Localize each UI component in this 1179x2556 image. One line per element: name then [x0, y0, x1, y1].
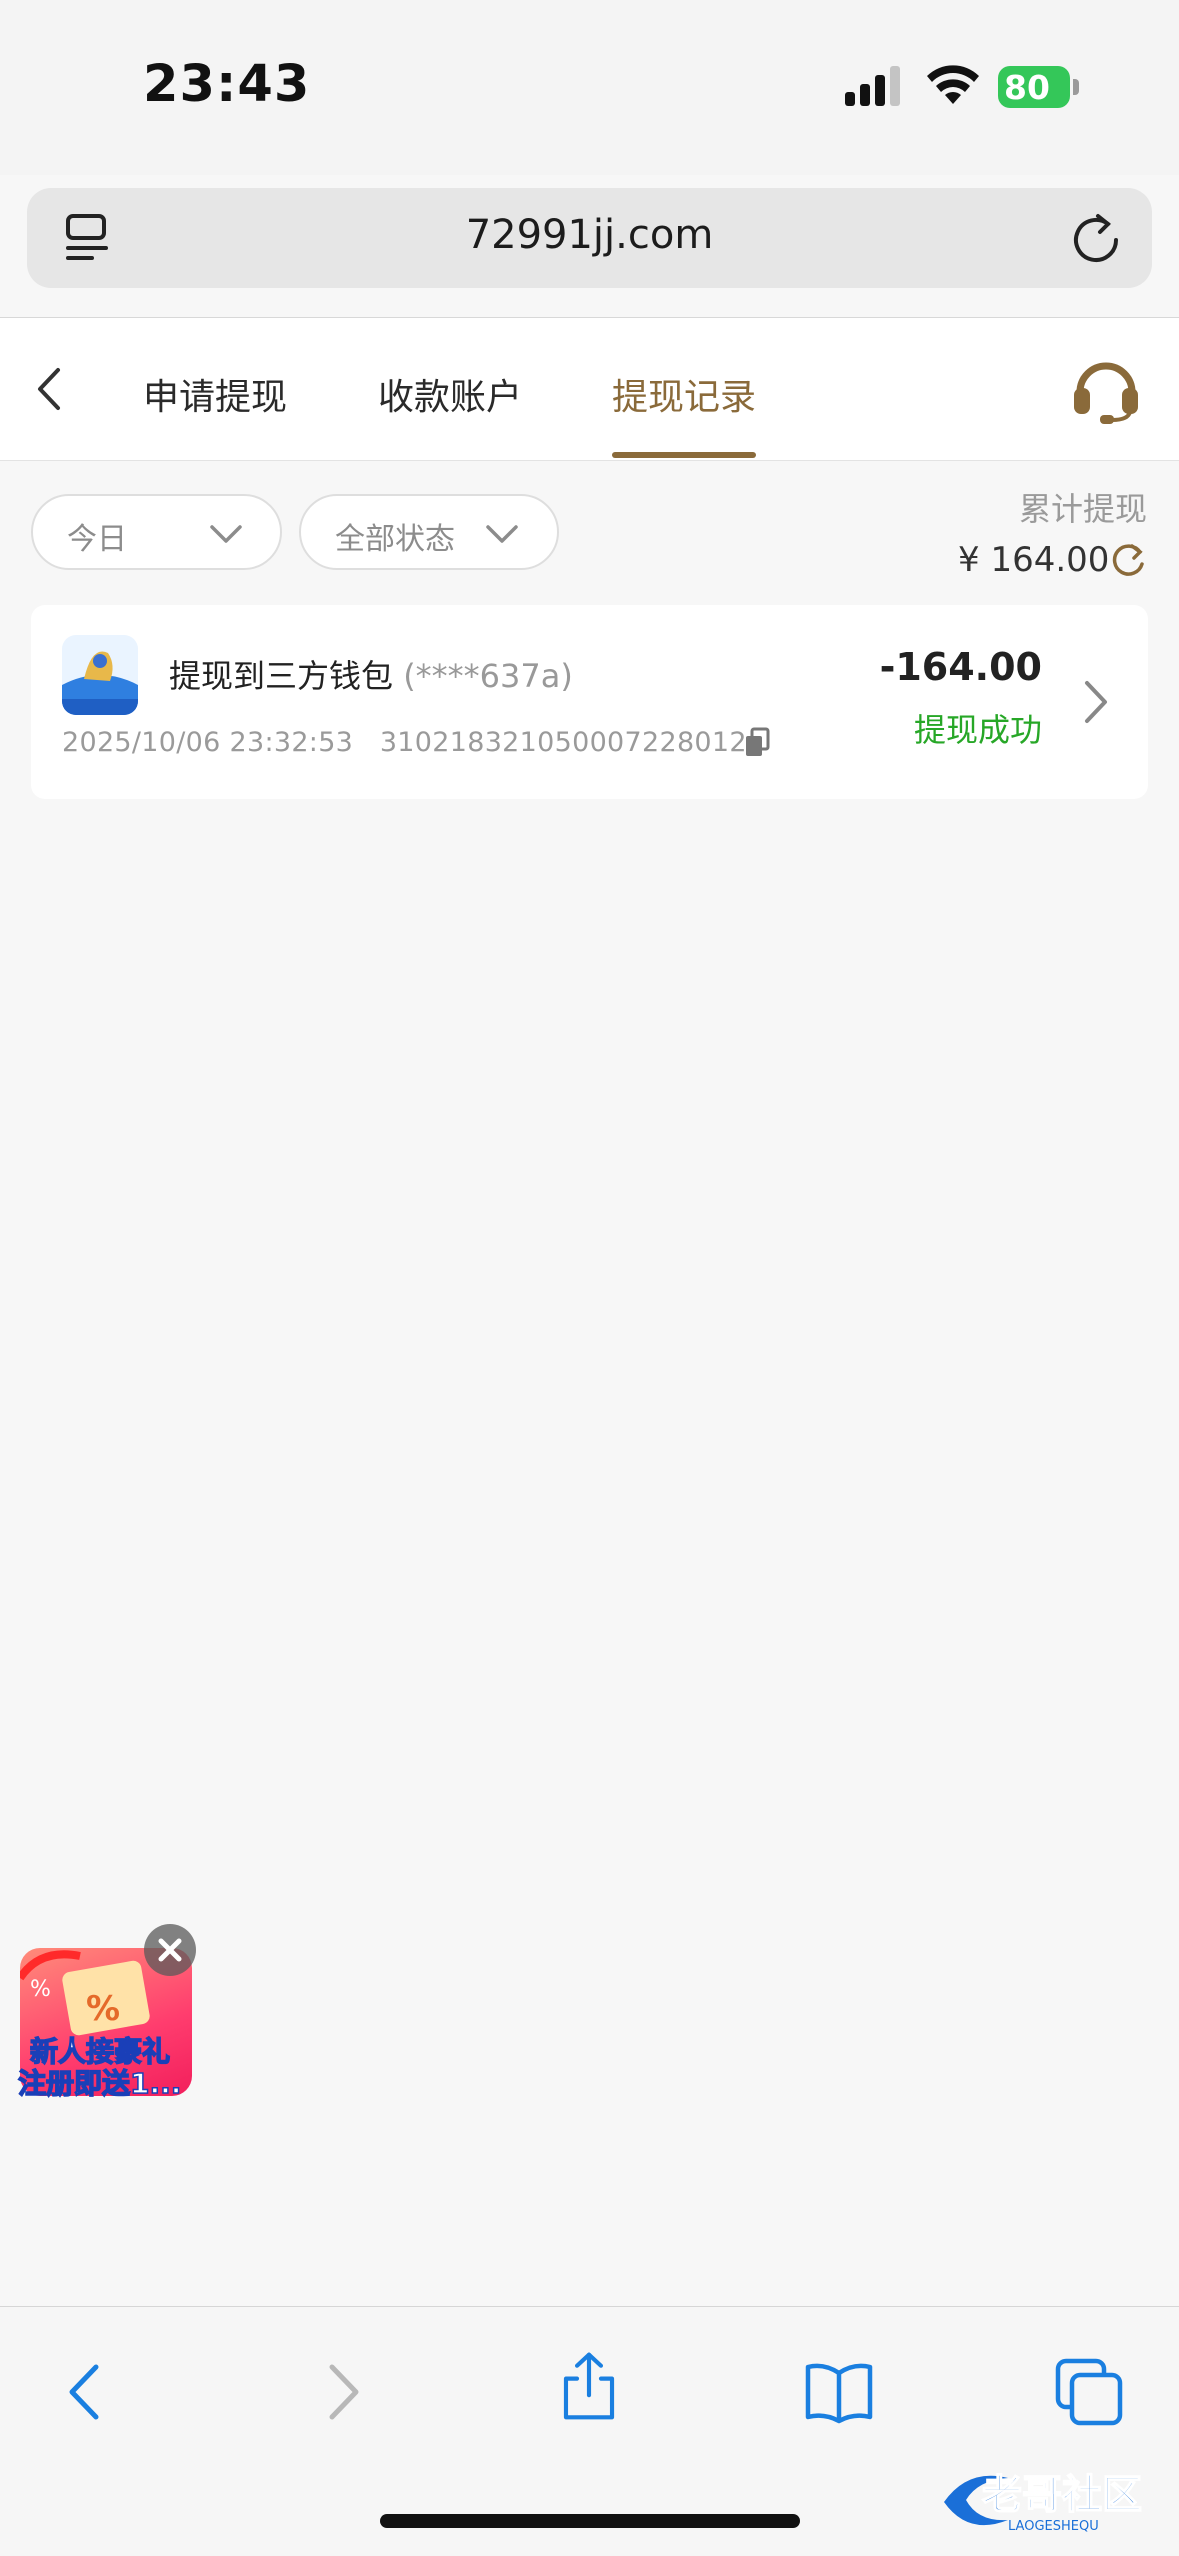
browser-forward-icon[interactable]: [306, 2357, 376, 2427]
page-header: 申请提现 收款账户 提现记录: [0, 317, 1179, 461]
record-title-text: 提现到三方钱包: [169, 657, 394, 695]
chevron-right-icon[interactable]: [1081, 677, 1111, 727]
withdraw-record-card[interactable]: 提现到三方钱包 (****637a) 2025/10/06 23:32:53 3…: [31, 605, 1148, 799]
wifi-icon: [927, 65, 979, 104]
masked-account: (****637a): [403, 657, 573, 695]
active-tab-indicator: [612, 452, 756, 458]
status-filter[interactable]: 全部状态: [299, 494, 559, 570]
record-order-id: 310218321050007228012: [379, 727, 747, 758]
record-meta: 2025/10/06 23:32:53 31021832105000722801…: [62, 727, 747, 758]
date-filter[interactable]: 今日: [31, 494, 282, 570]
watermark-text: 老哥社区: [982, 2472, 1142, 2518]
wallet-logo: [62, 635, 138, 715]
chevron-down-icon: [210, 525, 242, 543]
total-withdraw-label: 累计提现: [1018, 490, 1147, 528]
address-bar[interactable]: 72991jj.com: [27, 188, 1152, 288]
tab-withdraw-records[interactable]: 提现记录: [612, 368, 756, 420]
close-icon: [158, 1938, 182, 1962]
svg-text:%: %: [30, 1977, 51, 2002]
date-filter-label: 今日: [67, 522, 127, 557]
back-icon[interactable]: [30, 364, 66, 414]
tab-apply-withdraw[interactable]: 申请提现: [143, 368, 287, 420]
tabs-icon[interactable]: [1054, 2357, 1124, 2427]
watermark-subtext: LAOGESHEQU: [1008, 2519, 1099, 2534]
copy-icon[interactable]: [743, 727, 771, 759]
status-filter-label: 全部状态: [335, 522, 455, 557]
customer-service-icon[interactable]: [1070, 356, 1142, 424]
home-indicator: [380, 2514, 800, 2528]
promo-widget[interactable]: % % 新人接豪礼 注册即送1...: [14, 1922, 204, 2101]
record-status: 提现成功: [913, 711, 1042, 749]
record-amount: -164.00: [879, 645, 1042, 689]
refresh-total-icon[interactable]: [1108, 540, 1148, 580]
total-withdraw-amount: ¥ 164.00: [958, 540, 1110, 580]
chevron-down-icon: [486, 525, 518, 543]
status-time: 23:43: [143, 55, 311, 114]
reload-icon[interactable]: [1070, 210, 1124, 266]
status-bar: 23:43 80: [0, 0, 1179, 175]
record-title: 提现到三方钱包 (****637a): [169, 651, 573, 697]
battery-icon: 80: [998, 66, 1079, 108]
watermark-logo: 老哥社区 LAOGESHEQU: [938, 2460, 1168, 2540]
promo-line-2: 注册即送1...: [17, 2066, 182, 2101]
browser-back-icon[interactable]: [52, 2357, 122, 2427]
svg-text:%: %: [86, 1989, 120, 2029]
cellular-signal-icon: [845, 66, 900, 106]
record-datetime: 2025/10/06 23:32:53: [62, 727, 354, 758]
promo-close-button[interactable]: [144, 1924, 196, 1976]
bookmarks-icon[interactable]: [804, 2357, 874, 2427]
url-text[interactable]: 72991jj.com: [27, 212, 1152, 258]
share-icon[interactable]: [554, 2351, 624, 2421]
battery-level: 80: [1004, 68, 1050, 107]
tab-receiving-account[interactable]: 收款账户: [378, 368, 522, 420]
